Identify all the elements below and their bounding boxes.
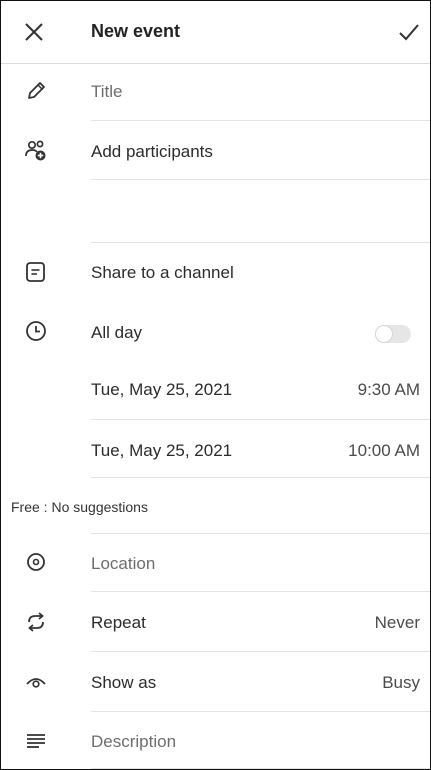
- start-datetime-row: Tue, May 25, 2021 9:30 AM: [1, 362, 430, 420]
- share-channel-label: Share to a channel: [91, 263, 234, 282]
- title-field[interactable]: Title: [91, 82, 123, 102]
- end-time[interactable]: 10:00 AM: [348, 441, 420, 461]
- eye-icon: [23, 669, 49, 695]
- location-pin-icon: [23, 550, 49, 576]
- repeat-label: Repeat: [91, 613, 146, 632]
- end-datetime-row: Tue, May 25, 2021 10:00 AM: [1, 420, 430, 478]
- location-row[interactable]: Location: [1, 534, 430, 592]
- add-participants-row[interactable]: Add participants: [1, 121, 430, 181]
- all-day-toggle[interactable]: [375, 325, 411, 343]
- repeat-icon: [23, 609, 49, 635]
- add-people-icon: [23, 138, 49, 164]
- free-suggestions: Free : No suggestions: [11, 499, 148, 515]
- description-row[interactable]: Description: [1, 712, 430, 769]
- pencil-icon: [23, 78, 49, 104]
- clock-icon: [23, 318, 49, 344]
- repeat-row[interactable]: Repeat Never: [1, 592, 430, 652]
- share-channel-row[interactable]: Share to a channel: [1, 243, 430, 301]
- start-date[interactable]: Tue, May 25, 2021: [91, 380, 232, 400]
- end-date[interactable]: Tue, May 25, 2021: [91, 441, 232, 461]
- free-prefix: Free :: [11, 499, 48, 515]
- new-event-screen: New event Title Add participants Share t…: [0, 0, 431, 770]
- free-text: No suggestions: [51, 499, 148, 515]
- text-lines-icon: [23, 728, 49, 754]
- divider: [91, 477, 430, 478]
- repeat-value[interactable]: Never: [375, 613, 420, 633]
- all-day-label: All day: [91, 323, 143, 342]
- checkmark-icon[interactable]: [396, 19, 422, 45]
- add-participants-label: Add participants: [91, 142, 213, 161]
- show-as-row[interactable]: Show as Busy: [1, 652, 430, 712]
- channel-icon: [23, 259, 49, 285]
- divider: [91, 768, 430, 769]
- page-title: New event: [91, 21, 181, 41]
- description-field[interactable]: Description: [91, 732, 176, 752]
- divider: [91, 179, 430, 180]
- header-bar: New event: [1, 1, 430, 64]
- location-field[interactable]: Location: [91, 554, 155, 574]
- toggle-knob: [376, 326, 392, 342]
- title-row[interactable]: Title: [1, 63, 430, 121]
- show-as-label: Show as: [91, 673, 157, 692]
- all-day-row: All day: [1, 302, 430, 362]
- show-as-value[interactable]: Busy: [382, 673, 420, 693]
- start-time[interactable]: 9:30 AM: [358, 380, 420, 400]
- close-icon[interactable]: [21, 19, 47, 45]
